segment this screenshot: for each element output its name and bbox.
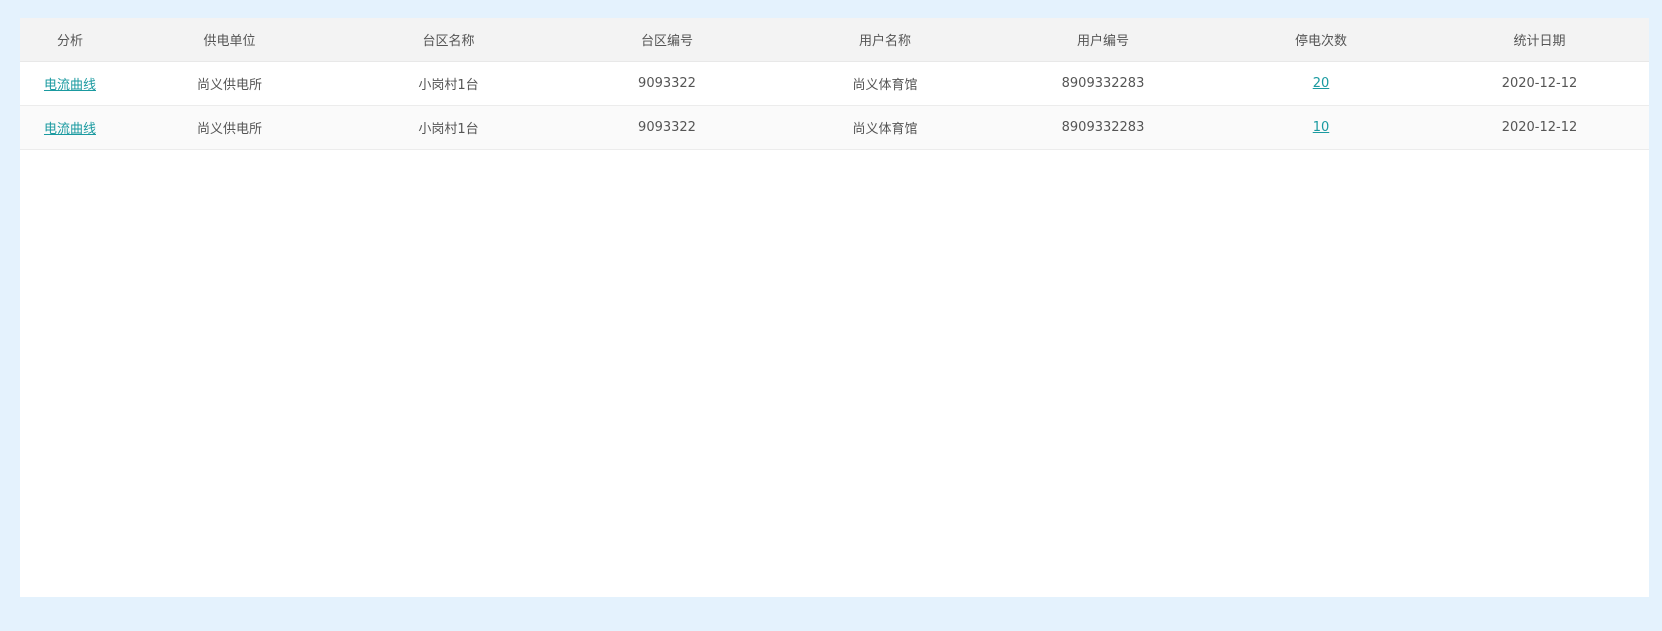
- user-name-cell: 尚义体育馆: [852, 77, 918, 93]
- current-curve-link[interactable]: 电流曲线: [44, 122, 96, 137]
- outage-count-link[interactable]: 20: [1313, 76, 1330, 91]
- header-area-name: 台区名称: [422, 33, 475, 49]
- user-code-cell: 8909332283: [1061, 119, 1145, 135]
- user-code-cell: 8909332283: [1061, 75, 1145, 91]
- stat-date-cell: 2020-12-12: [1501, 75, 1578, 91]
- header-user-code: 用户编号: [1076, 33, 1129, 49]
- header-outage-count: 停电次数: [1294, 33, 1347, 49]
- supply-unit-cell: 尚义供电所: [196, 121, 262, 137]
- table-header-row: 分析 供电单位 台区名称 台区编号 用户名称 用户编号 停电次数 统计日期: [20, 18, 1649, 61]
- outage-table: 分析 供电单位 台区名称 台区编号 用户名称 用户编号 停电次数 统计日期 电流…: [20, 18, 1649, 150]
- area-name-cell: 小岗村1台: [418, 121, 479, 137]
- table-row: 电流曲线 尚义供电所 小岗村1台 9093322 尚义体育馆 890933228…: [20, 61, 1649, 105]
- header-supply-unit: 供电单位: [203, 33, 256, 49]
- header-user-name: 用户名称: [858, 33, 911, 49]
- user-name-cell: 尚义体育馆: [852, 121, 918, 137]
- outage-count-cell: 20: [1212, 61, 1430, 105]
- analysis-cell: 电流曲线: [20, 61, 120, 105]
- current-curve-link[interactable]: 电流曲线: [44, 78, 96, 93]
- stat-date-cell: 2020-12-12: [1501, 119, 1578, 135]
- supply-unit-cell: 尚义供电所: [196, 77, 262, 93]
- header-analysis: 分析: [56, 33, 83, 49]
- outage-count-cell: 10: [1212, 105, 1430, 149]
- analysis-cell: 电流曲线: [20, 105, 120, 149]
- area-code-cell: 9093322: [638, 119, 696, 135]
- outage-count-link[interactable]: 10: [1313, 120, 1330, 135]
- header-stat-date: 统计日期: [1513, 33, 1566, 49]
- header-area-code: 台区编号: [640, 33, 693, 49]
- area-code-cell: 9093322: [638, 75, 696, 91]
- table-row: 电流曲线 尚义供电所 小岗村1台 9093322 尚义体育馆 890933228…: [20, 105, 1649, 149]
- data-panel: 分析 供电单位 台区名称 台区编号 用户名称 用户编号 停电次数 统计日期 电流…: [20, 18, 1649, 597]
- area-name-cell: 小岗村1台: [418, 77, 479, 93]
